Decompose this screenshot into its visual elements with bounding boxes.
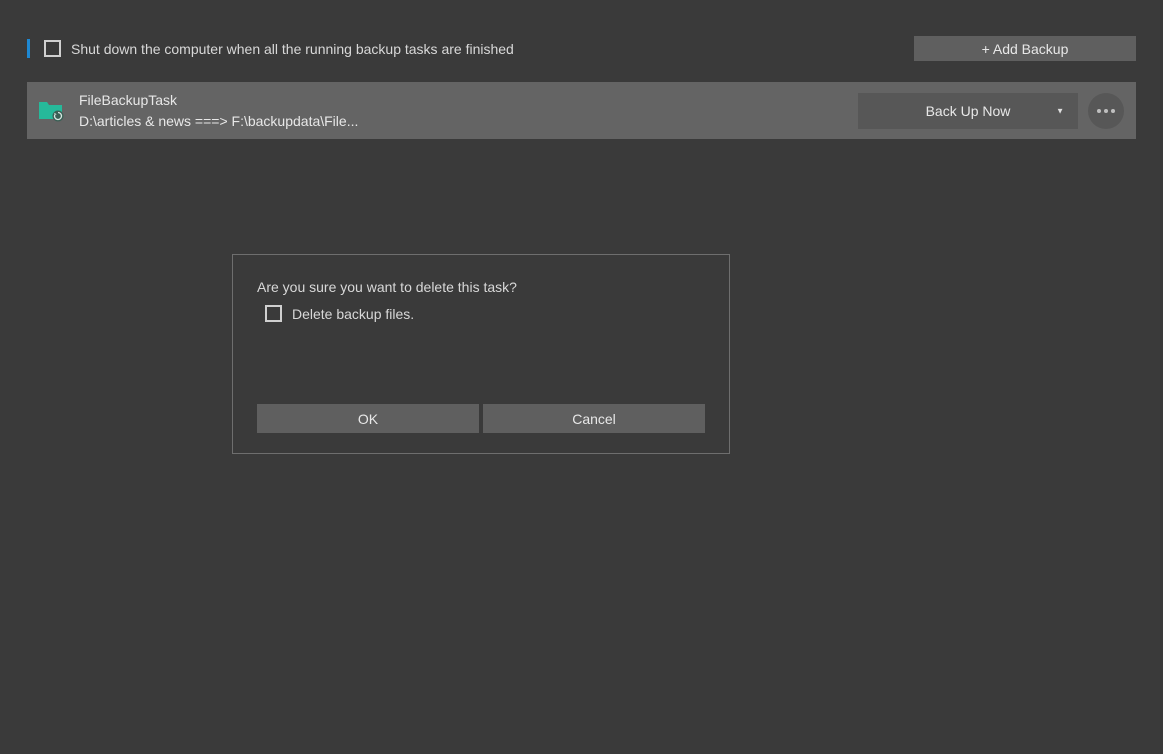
cancel-button[interactable]: Cancel <box>483 404 705 433</box>
delete-files-checkbox[interactable] <box>265 305 282 322</box>
top-bar: Shut down the computer when all the runn… <box>0 0 1163 61</box>
folder-backup-icon <box>37 97 65 125</box>
confirm-delete-dialog: Are you sure you want to delete this tas… <box>232 254 730 454</box>
accent-indicator <box>27 39 30 58</box>
top-bar-left: Shut down the computer when all the runn… <box>27 39 514 58</box>
dots-icon <box>1104 109 1108 113</box>
dots-icon <box>1111 109 1115 113</box>
task-text: FileBackupTask D:\articles & news ===> F… <box>79 90 858 131</box>
shutdown-checkbox-label: Shut down the computer when all the runn… <box>71 41 514 57</box>
backup-now-button[interactable]: Back Up Now ▼ <box>858 93 1078 129</box>
more-options-button[interactable] <box>1088 93 1124 129</box>
add-backup-button[interactable]: + Add Backup <box>914 36 1136 61</box>
delete-files-checkbox-row[interactable]: Delete backup files. <box>265 305 705 322</box>
dialog-message: Are you sure you want to delete this tas… <box>257 279 705 295</box>
dots-icon <box>1097 109 1101 113</box>
ok-button[interactable]: OK <box>257 404 479 433</box>
dialog-footer: OK Cancel <box>257 404 705 433</box>
shutdown-checkbox[interactable] <box>44 40 61 57</box>
task-name: FileBackupTask <box>79 90 858 110</box>
backup-now-label: Back Up Now <box>858 103 1078 119</box>
backup-task-row[interactable]: FileBackupTask D:\articles & news ===> F… <box>27 82 1136 139</box>
delete-files-label: Delete backup files. <box>292 306 414 322</box>
chevron-down-icon: ▼ <box>1056 106 1064 115</box>
task-path: D:\articles & news ===> F:\backupdata\Fi… <box>79 111 858 131</box>
shutdown-checkbox-row[interactable]: Shut down the computer when all the runn… <box>44 40 514 57</box>
